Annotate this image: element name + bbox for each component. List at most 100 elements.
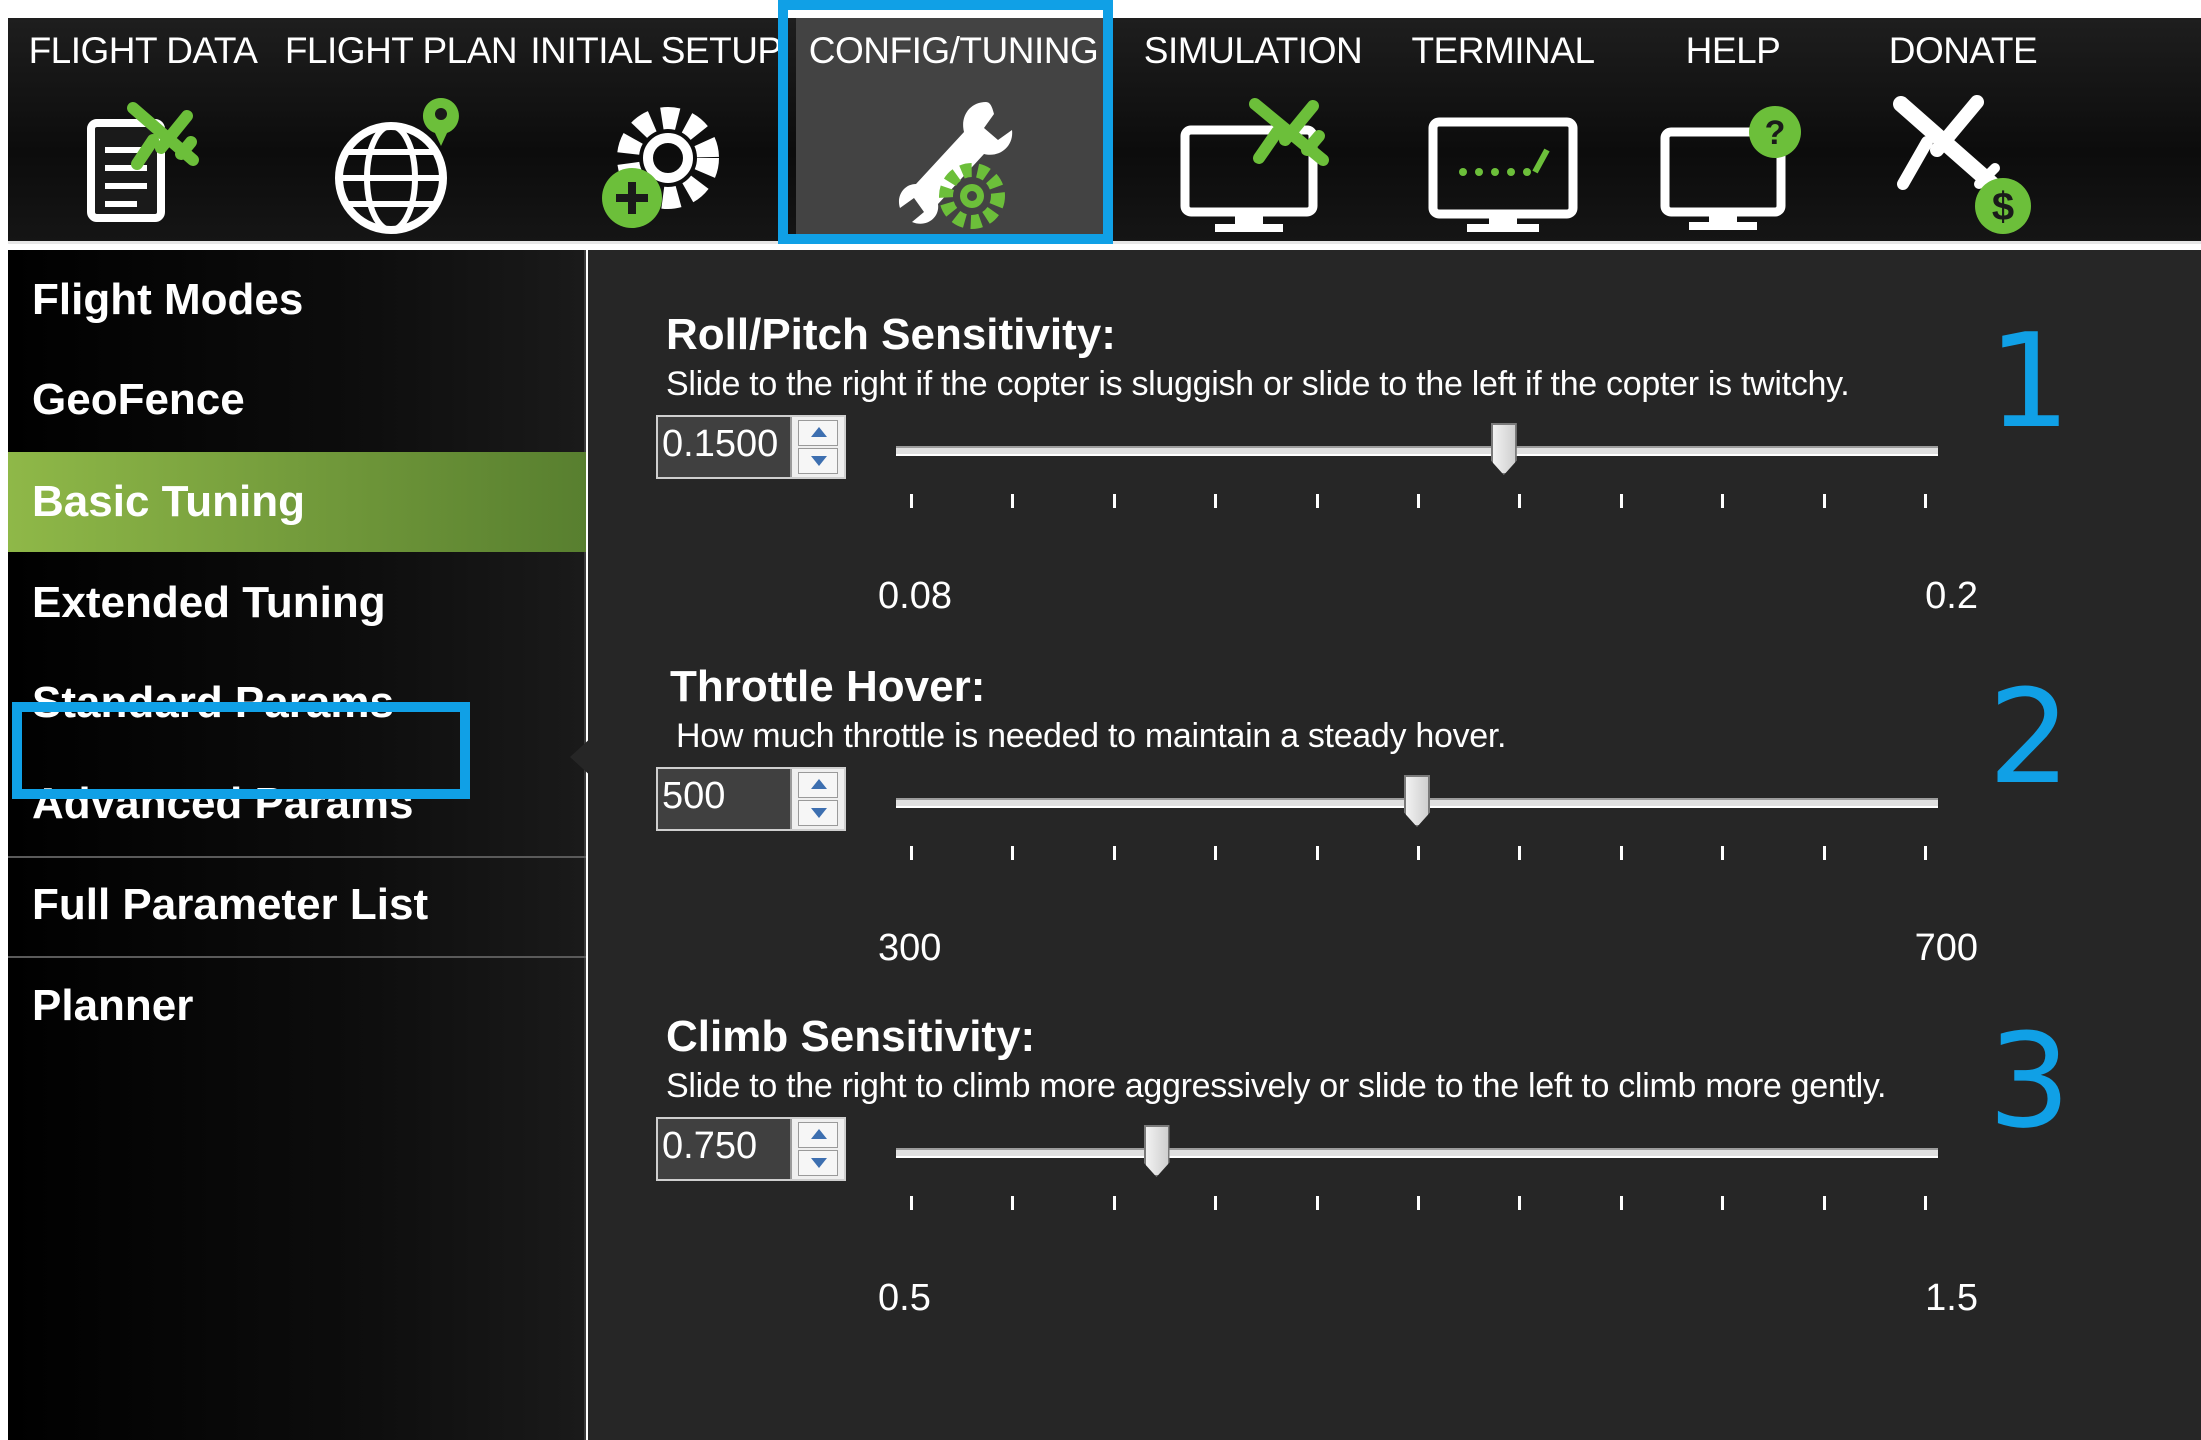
param-description: How much throttle is needed to maintain … — [676, 717, 1507, 755]
slider-tick — [1011, 1196, 1015, 1210]
param-description: Slide to the right to climb more aggress… — [666, 1067, 1887, 1105]
throttle-hover-value-spinner[interactable]: 500 — [656, 767, 846, 831]
spinner-buttons — [790, 1119, 844, 1179]
sidebar-item-full-parameter-list[interactable]: Full Parameter List — [8, 855, 586, 955]
slider-tick — [1315, 846, 1319, 860]
tab-label: DONATE — [1888, 30, 2038, 71]
param-title: Throttle Hover: — [670, 662, 986, 711]
spinner-up-button[interactable] — [798, 772, 838, 798]
throttle-hover-slider-thumb[interactable] — [1404, 775, 1430, 827]
initial-setup-gear-icon — [602, 107, 719, 228]
donate-plane-icon: $ — [1893, 95, 2031, 234]
tab-label: FLIGHT DATA — [28, 30, 258, 71]
sidebar-item-basic-tuning[interactable]: Basic Tuning — [8, 452, 586, 552]
tab-config-tuning[interactable]: CONFIG/TUNING — [796, 18, 1111, 244]
svg-text:$: $ — [1992, 185, 2014, 229]
slider-tick — [1518, 494, 1522, 508]
slider-tick — [1822, 846, 1826, 860]
spinner-down-button[interactable] — [798, 1150, 838, 1176]
slider-tick — [1721, 1196, 1725, 1210]
slider-tick — [1315, 494, 1319, 508]
callout-number: 1 — [1988, 305, 2071, 457]
slider-tick — [1924, 1196, 1927, 1210]
flight-plan-globe-icon — [335, 98, 459, 234]
tab-label: INITIAL SETUP — [530, 30, 782, 71]
tab-label: TERMINAL — [1411, 30, 1595, 71]
slider-min-label: 0.5 — [878, 1277, 931, 1319]
callout-number: 3 — [1988, 1005, 2071, 1157]
slider-tick — [1315, 1196, 1319, 1210]
tab-flight-data[interactable]: FLIGHT DATA — [8, 18, 278, 244]
slider-tick — [1721, 494, 1725, 508]
slider-tick — [1417, 846, 1420, 860]
slider-tick — [1619, 846, 1623, 860]
tab-terminal[interactable]: TERMINAL — [1388, 18, 1618, 244]
roll-pitch-value-spinner[interactable]: 0.1500 — [656, 415, 846, 479]
tab-label: FLIGHT PLAN — [284, 30, 518, 71]
flight-data-icon — [87, 102, 199, 222]
spinner-buttons — [790, 769, 844, 829]
tab-simulation[interactable]: SIMULATION — [1128, 18, 1378, 244]
climb-sensitivity-slider-track[interactable] — [896, 1148, 1938, 1158]
sidebar-item-advanced-params[interactable]: Advanced Params — [8, 754, 586, 854]
config-sidebar: Flight Modes GeoFence Basic Tuning Exten… — [8, 250, 594, 1440]
slider-tick — [1214, 494, 1218, 508]
slider-tick — [1417, 1196, 1420, 1210]
roll-pitch-slider-track[interactable] — [896, 446, 1938, 456]
tab-flight-plan[interactable]: FLIGHT PLAN — [276, 18, 526, 244]
tab-donate[interactable]: DONATE $ — [1838, 18, 2088, 244]
param-roll-pitch-sensitivity: Roll/Pitch Sensitivity: Slide to the rig… — [588, 250, 2201, 617]
slider-tick — [1214, 846, 1218, 860]
simulation-monitor-icon — [1180, 98, 1329, 232]
climb-sensitivity-value-spinner[interactable]: 0.750 — [656, 1117, 846, 1181]
slider-tick — [1619, 1196, 1623, 1210]
help-monitor-icon: ? — [1660, 106, 1801, 230]
sidebar-item-extended-tuning[interactable]: Extended Tuning — [8, 553, 586, 653]
tab-label: SIMULATION — [1143, 30, 1363, 71]
roll-pitch-slider-thumb[interactable] — [1490, 423, 1517, 475]
slider-tick — [910, 494, 913, 508]
spinner-value[interactable]: 500 — [662, 775, 725, 818]
slider-tick — [1924, 846, 1927, 860]
tab-initial-setup[interactable]: INITIAL SETUP — [528, 18, 784, 244]
param-throttle-hover: Throttle Hover: How much throttle is nee… — [588, 602, 2201, 969]
param-description: Slide to the right if the copter is slug… — [666, 365, 1850, 403]
callout-number: 2 — [1988, 661, 2071, 813]
slider-tick — [1822, 494, 1826, 508]
spinner-buttons — [790, 417, 844, 477]
spinner-down-button[interactable] — [798, 800, 838, 826]
sidebar-item-flight-modes[interactable]: Flight Modes — [8, 250, 586, 350]
slider-tick — [1112, 1196, 1116, 1210]
sidebar-item-geofence[interactable]: GeoFence — [8, 350, 586, 450]
slider-tick — [1112, 846, 1116, 860]
main-toolbar: FLIGHT DATA FLIGHT PLAN INITIAL SETUP CO… — [8, 18, 2201, 244]
basic-tuning-panel: Roll/Pitch Sensitivity: Slide to the rig… — [588, 250, 2201, 1440]
slider-tick — [1112, 494, 1116, 508]
terminal-monitor-icon — [1428, 117, 1578, 232]
tab-label: CONFIG/TUNING — [808, 30, 1099, 71]
svg-text:?: ? — [1765, 114, 1786, 152]
slider-tick — [1822, 1196, 1826, 1210]
spinner-up-button[interactable] — [798, 1122, 838, 1148]
slider-tick — [1518, 846, 1522, 860]
slider-tick — [1518, 1196, 1522, 1210]
slider-tick — [1721, 846, 1725, 860]
slider-tick — [1011, 846, 1015, 860]
slider-tick — [1924, 494, 1927, 508]
slider-tick — [1619, 494, 1623, 508]
tab-label: HELP — [1685, 30, 1781, 71]
param-title: Climb Sensitivity: — [666, 1012, 1036, 1061]
spinner-value[interactable]: 0.750 — [662, 1125, 757, 1168]
spinner-down-button[interactable] — [798, 448, 838, 474]
tab-help[interactable]: HELP ? — [1618, 18, 1848, 244]
spinner-value[interactable]: 0.1500 — [662, 423, 778, 466]
sidebar-item-standard-params[interactable]: Standard Params — [8, 653, 586, 753]
slider-tick — [1011, 494, 1015, 508]
config-tuning-wrench-icon — [898, 102, 1012, 229]
sidebar-item-planner[interactable]: Planner — [8, 956, 586, 1056]
mission-planner-window: FLIGHT DATA FLIGHT PLAN INITIAL SETUP CO… — [0, 0, 2201, 1440]
climb-sensitivity-slider-thumb[interactable] — [1143, 1125, 1170, 1177]
slider-tick — [1214, 1196, 1218, 1210]
spinner-up-button[interactable] — [798, 420, 838, 446]
slider-tick — [910, 846, 913, 860]
